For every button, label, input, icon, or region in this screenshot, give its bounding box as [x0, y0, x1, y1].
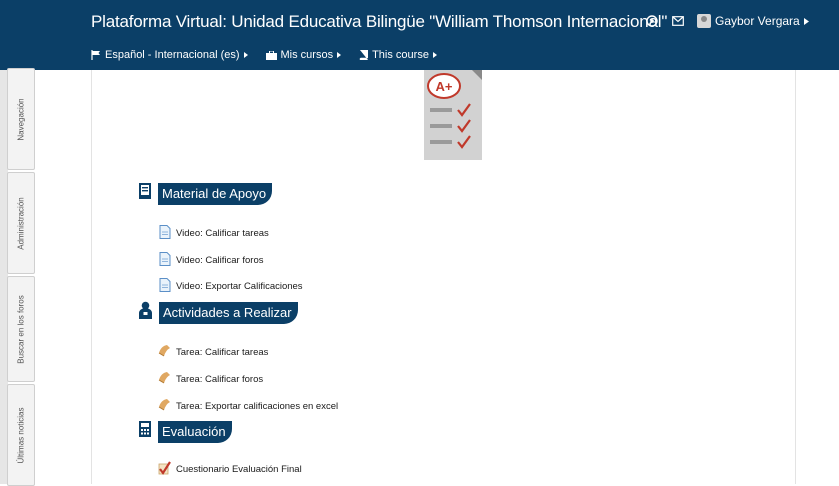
my-courses-menu[interactable]: Mis cursos: [265, 49, 342, 61]
activity-item[interactable]: Video: Calificar tareas: [159, 225, 269, 242]
section-title[interactable]: Actividades a Realizar: [159, 301, 298, 324]
activity-item[interactable]: Video: Exportar Calificaciones: [159, 278, 303, 295]
activity-link[interactable]: Tarea: Exportar calificaciones en excel: [176, 401, 338, 412]
file-icon: [159, 252, 171, 269]
caret-right-icon: [337, 52, 342, 58]
language-menu[interactable]: Español - Internacional (es): [91, 49, 248, 61]
dock-tab-label: Administración: [16, 196, 26, 250]
this-course-label: This course: [372, 49, 429, 61]
section-actividades-a-realizar: Actividades a Realizar: [138, 301, 298, 324]
activity-item[interactable]: Tarea: Calificar tareas: [158, 344, 268, 360]
activity-link[interactable]: Video: Calificar tareas: [176, 228, 269, 239]
document-icon: [138, 182, 152, 205]
activity-item[interactable]: Cuestionario Evaluación Final: [158, 461, 302, 478]
help-icon[interactable]: [645, 14, 659, 28]
mail-icon[interactable]: [671, 14, 685, 28]
user-name: Gaybor Vergara: [715, 14, 800, 28]
dock-tab-navigation[interactable]: Navegación: [7, 68, 35, 170]
grade-text: A+: [436, 79, 453, 94]
file-icon: [159, 225, 171, 242]
file-icon: [159, 278, 171, 295]
user-menu[interactable]: Gaybor Vergara: [697, 14, 809, 28]
activity-item[interactable]: Tarea: Exportar calificaciones en excel: [158, 398, 338, 414]
flag-icon: [91, 50, 101, 60]
activity-link[interactable]: Video: Exportar Calificaciones: [176, 281, 303, 292]
caret-right-icon: [803, 14, 809, 28]
activity-item[interactable]: Video: Calificar foros: [159, 252, 263, 269]
language-label: Español - Internacional (es): [105, 49, 240, 61]
avatar: [697, 14, 711, 28]
assignment-icon: [158, 344, 171, 360]
section-material-de-apoyo: Material de Apoyo: [138, 182, 273, 205]
dock-tab-latest-news[interactable]: Últimas noticias: [7, 384, 35, 486]
activity-link[interactable]: Cuestionario Evaluación Final: [176, 464, 302, 475]
top-navbar: Plataforma Virtual: Unidad Educativa Bil…: [0, 0, 839, 70]
section-title[interactable]: Evaluación: [158, 420, 232, 443]
this-course-menu[interactable]: This course: [359, 49, 437, 61]
dock-tab-forum-search[interactable]: Buscar en los foros: [7, 276, 35, 382]
header-actions: Gaybor Vergara: [645, 12, 809, 30]
caret-right-icon: [243, 52, 248, 58]
section-title[interactable]: Material de Apoyo: [158, 182, 273, 205]
caret-right-icon: [432, 52, 437, 58]
dock-tab-label: Navegación: [16, 97, 26, 141]
calculator-icon: [138, 420, 152, 443]
graded-paper-image: A+: [424, 70, 482, 160]
dock-tab-label: Buscar en los foros: [16, 294, 26, 364]
my-courses-label: Mis cursos: [280, 49, 334, 61]
briefcase-icon: [265, 50, 277, 60]
teacher-icon: [138, 301, 153, 324]
book-icon: [359, 50, 369, 60]
assignment-icon: [158, 371, 171, 387]
activity-link[interactable]: Tarea: Calificar tareas: [176, 347, 268, 358]
dock-tab-administration[interactable]: Administración: [7, 172, 35, 274]
activity-link[interactable]: Video: Calificar foros: [176, 255, 263, 266]
quiz-icon: [158, 461, 171, 478]
custom-menu: Español - Internacional (es) Mis cursos …: [91, 49, 437, 61]
activity-link[interactable]: Tarea: Calificar foros: [176, 374, 263, 385]
dock-tab-label: Últimas noticias: [16, 406, 26, 464]
section-evaluacion: Evaluación: [138, 420, 232, 443]
activity-item[interactable]: Tarea: Calificar foros: [158, 371, 263, 387]
site-title[interactable]: Plataforma Virtual: Unidad Educativa Bil…: [91, 12, 667, 32]
assignment-icon: [158, 398, 171, 414]
